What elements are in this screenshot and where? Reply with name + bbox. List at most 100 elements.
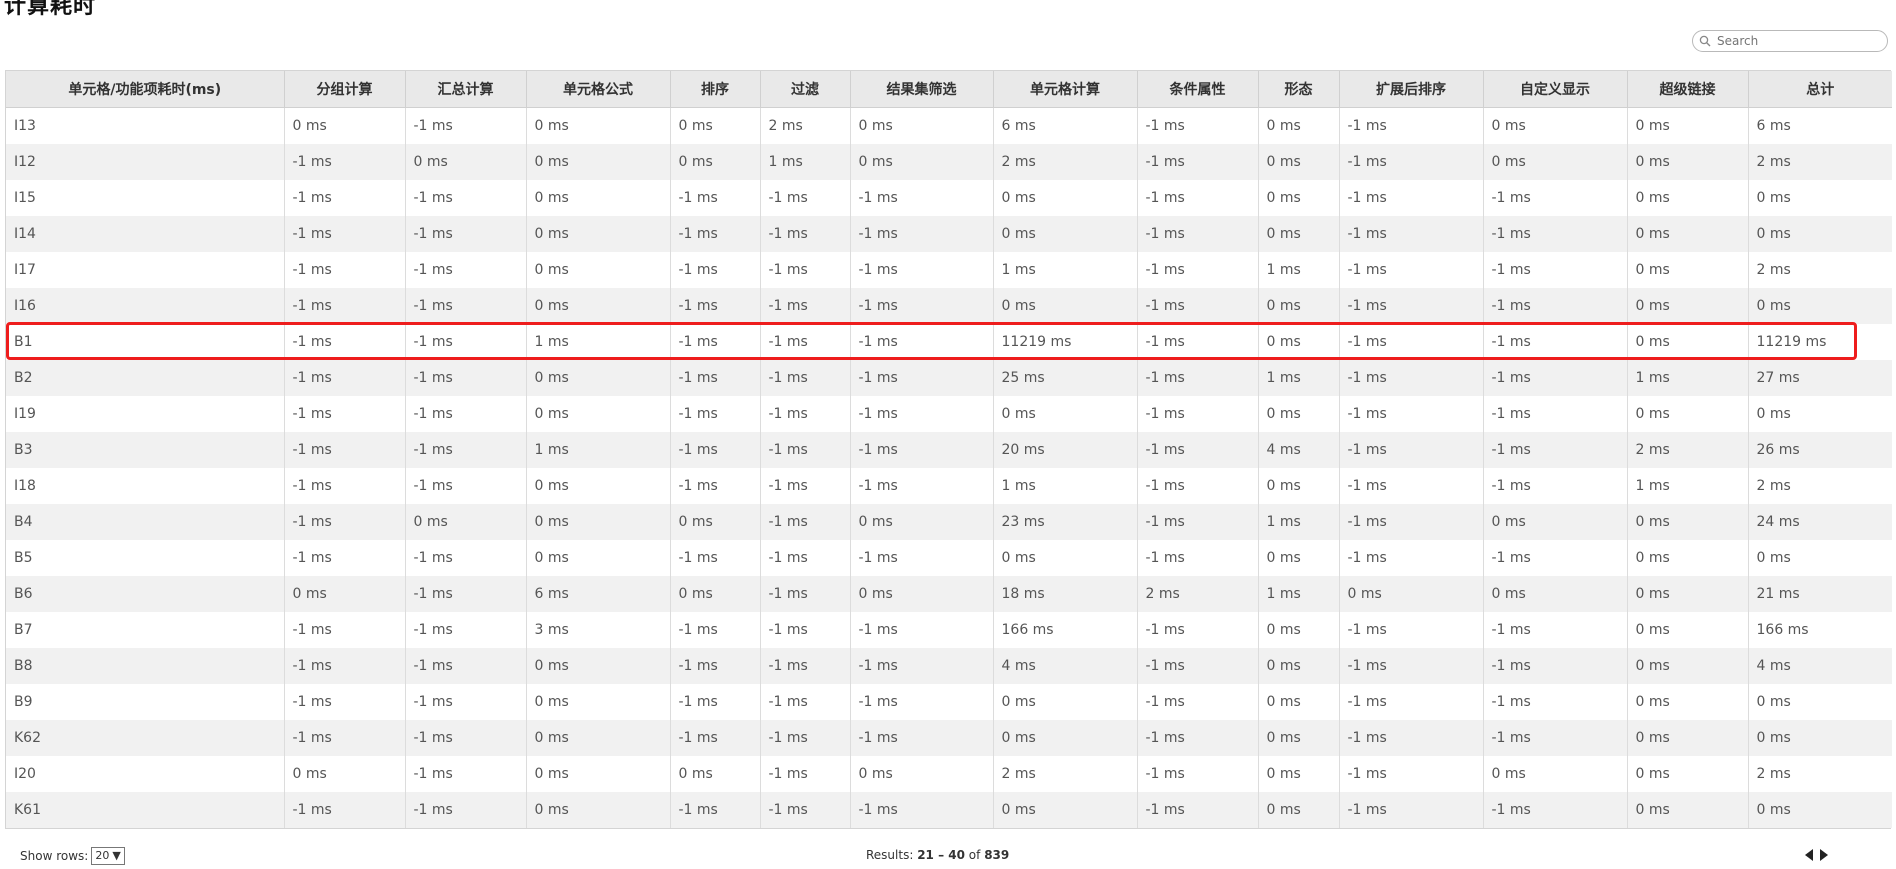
table-cell: -1 ms	[850, 287, 994, 324]
rows-per-page-select[interactable]: 20 ▼	[91, 847, 125, 865]
table-cell: -1 ms	[1483, 323, 1628, 360]
table-row[interactable]: I19 -1 ms -1 ms 0 ms -1 ms -1 ms -1 ms 0 ms -1 m…	[6, 395, 1892, 432]
table-cell: -1 ms	[1483, 179, 1628, 216]
column-header[interactable]: 结果集筛选	[850, 71, 994, 108]
table-row[interactable]: B5 -1 ms -1 ms 0 ms -1 ms -1 ms -1 ms 0 ms -1 ms…	[6, 539, 1892, 576]
table-cell: 0 ms	[526, 395, 671, 432]
table-cell: 0 ms	[1627, 107, 1749, 144]
search-input[interactable]	[1715, 33, 1879, 49]
table-cell: 1 ms	[1258, 359, 1340, 396]
table-row[interactable]: B2 -1 ms -1 ms 0 ms -1 ms -1 ms -1 ms 25 ms -1 m…	[6, 359, 1892, 396]
table-cell: -1 ms	[760, 287, 851, 324]
table-cell: 6 ms	[526, 575, 671, 612]
table-cell: 0 ms	[1483, 107, 1628, 144]
table-cell: -1 ms	[1137, 467, 1259, 504]
table-row[interactable]: I16 -1 ms -1 ms 0 ms -1 ms -1 ms -1 ms 0 ms -1 m…	[6, 287, 1892, 324]
table-cell: 0 ms	[1627, 287, 1749, 324]
table-cell: -1 ms	[405, 467, 527, 504]
table-cell: -1 ms	[1137, 251, 1259, 288]
column-header[interactable]: 超级链接	[1627, 71, 1749, 108]
table-cell: 0 ms	[1748, 539, 1892, 576]
table-cell: 0 ms	[526, 683, 671, 720]
table-cell: -1 ms	[760, 215, 851, 252]
table-cell: 2 ms	[993, 143, 1138, 180]
table-cell: 0 ms	[526, 359, 671, 396]
prev-page-icon[interactable]	[1805, 849, 1813, 861]
column-header[interactable]: 自定义显示	[1483, 71, 1628, 108]
table-row[interactable]: I17 -1 ms -1 ms 0 ms -1 ms -1 ms -1 ms 1 ms -1 m…	[6, 251, 1892, 288]
row-cell-name: B6	[6, 575, 285, 612]
column-header[interactable]: 过滤	[760, 71, 851, 108]
table-cell: 0 ms	[1483, 503, 1628, 540]
table-cell: -1 ms	[1483, 539, 1628, 576]
table-row[interactable]: B8 -1 ms -1 ms 0 ms -1 ms -1 ms -1 ms 4 ms -1 ms…	[6, 647, 1892, 684]
table-row[interactable]: I13 0 ms -1 ms 0 ms 0 ms 2 ms 0 ms 6 ms -1 ms 0 m…	[6, 107, 1892, 144]
column-header[interactable]: 分组计算	[284, 71, 406, 108]
table-cell: -1 ms	[1137, 323, 1259, 360]
table-row[interactable]: I18 -1 ms -1 ms 0 ms -1 ms -1 ms -1 ms 1 ms -1 m…	[6, 467, 1892, 504]
table-cell: -1 ms	[1137, 395, 1259, 432]
table-cell: 1 ms	[526, 431, 671, 468]
column-header[interactable]: 单元格/功能项耗时(ms)	[6, 71, 285, 108]
table-row[interactable]: I12 -1 ms 0 ms 0 ms 0 ms 1 ms 0 ms 2 ms -1 ms 0 m…	[6, 143, 1892, 180]
table-cell: -1 ms	[670, 647, 761, 684]
table-row[interactable]: I20 0 ms -1 ms 0 ms 0 ms -1 ms 0 ms 2 ms -1 ms 0 …	[6, 755, 1892, 792]
table-cell: -1 ms	[850, 467, 994, 504]
next-page-icon[interactable]	[1820, 849, 1828, 861]
table-row[interactable]: I15 -1 ms -1 ms 0 ms -1 ms -1 ms -1 ms 0 ms -1 m…	[6, 179, 1892, 216]
table-cell: -1 ms	[1483, 251, 1628, 288]
column-header[interactable]: 条件属性	[1137, 71, 1259, 108]
table-cell: 1 ms	[993, 467, 1138, 504]
table-cell: 0 ms	[284, 575, 406, 612]
table-cell: -1 ms	[1339, 683, 1484, 720]
table-cell: -1 ms	[760, 539, 851, 576]
table-row[interactable]: B6 0 ms -1 ms 6 ms 0 ms -1 ms 0 ms 18 ms 2 ms 1 m…	[6, 575, 1892, 612]
column-header[interactable]: 汇总计算	[405, 71, 527, 108]
table-cell: 2 ms	[1748, 143, 1892, 180]
table-cell: -1 ms	[1137, 791, 1259, 828]
table-row[interactable]: B4 -1 ms 0 ms 0 ms 0 ms -1 ms 0 ms 23 ms -1 ms 1 …	[6, 503, 1892, 540]
table-cell: -1 ms	[405, 179, 527, 216]
table-cell: -1 ms	[1339, 143, 1484, 180]
table-cell: 0 ms	[284, 107, 406, 144]
table-cell: 0 ms	[526, 287, 671, 324]
table-cell: 2 ms	[1748, 755, 1892, 792]
column-header[interactable]: 扩展后排序	[1339, 71, 1484, 108]
table-cell: -1 ms	[760, 719, 851, 756]
column-header[interactable]: 单元格计算	[993, 71, 1138, 108]
table-cell: 2 ms	[1137, 575, 1259, 612]
table-cell: -1 ms	[670, 215, 761, 252]
table-cell: -1 ms	[1137, 647, 1259, 684]
table-row[interactable]: B3 -1 ms -1 ms 1 ms -1 ms -1 ms -1 ms 20 ms -1 m…	[6, 431, 1892, 468]
column-header[interactable]: 总计	[1748, 71, 1892, 108]
show-rows-label: Show rows:	[20, 849, 89, 863]
table-row[interactable]: K61 -1 ms -1 ms 0 ms -1 ms -1 ms -1 ms 0 ms -1 m…	[6, 791, 1892, 828]
table-cell: 0 ms	[1258, 755, 1340, 792]
table-cell: 0 ms	[1627, 611, 1749, 648]
table-cell: -1 ms	[284, 359, 406, 396]
results-total: 839	[984, 848, 1010, 862]
table-cell: -1 ms	[284, 683, 406, 720]
table-row[interactable]: B7 -1 ms -1 ms 3 ms -1 ms -1 ms -1 ms 166 ms -1 …	[6, 611, 1892, 648]
table-cell: 0 ms	[1627, 575, 1749, 612]
row-cell-name: B2	[6, 359, 285, 396]
table-cell: 0 ms	[1627, 503, 1749, 540]
table-row[interactable]: I14 -1 ms -1 ms 0 ms -1 ms -1 ms -1 ms 0 ms -1 m…	[6, 215, 1892, 252]
table-cell: 0 ms	[1627, 791, 1749, 828]
table-row[interactable]: K62 -1 ms -1 ms 0 ms -1 ms -1 ms -1 ms 0 ms -1 m…	[6, 719, 1892, 756]
table-cell: 0 ms	[993, 719, 1138, 756]
column-header[interactable]: 形态	[1258, 71, 1340, 108]
table-cell: 0 ms	[1258, 107, 1340, 144]
search-box[interactable]	[1692, 30, 1888, 52]
table-cell: -1 ms	[1339, 791, 1484, 828]
table-cell: -1 ms	[1339, 611, 1484, 648]
column-header[interactable]: 单元格公式	[526, 71, 671, 108]
column-header[interactable]: 排序	[670, 71, 761, 108]
table-cell: -1 ms	[850, 611, 994, 648]
table-row[interactable]: B1 -1 ms -1 ms 1 ms -1 ms -1 ms -1 ms 11219 ms -…	[6, 323, 1892, 360]
row-cell-name: I16	[6, 287, 285, 324]
table-row[interactable]: B9 -1 ms -1 ms 0 ms -1 ms -1 ms -1 ms 0 ms -1 ms…	[6, 683, 1892, 720]
table-cell: 0 ms	[670, 503, 761, 540]
table-cell: 0 ms	[1258, 323, 1340, 360]
results-summary: Results: 21 – 40 of 839	[866, 848, 1009, 862]
